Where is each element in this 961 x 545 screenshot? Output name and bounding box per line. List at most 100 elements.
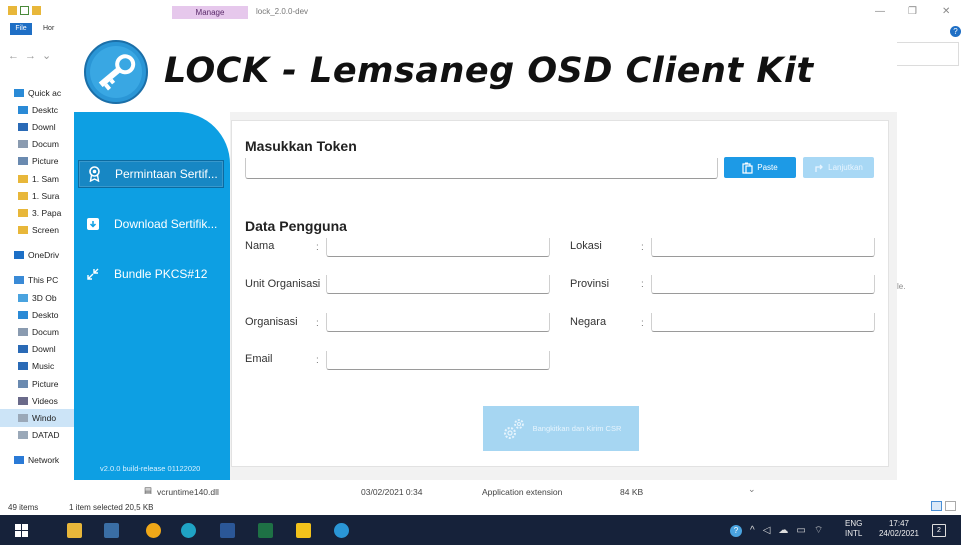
lock-app-icon[interactable] xyxy=(334,523,349,538)
input-language[interactable]: ENG INTL xyxy=(845,519,862,539)
time: 17:47 xyxy=(888,519,910,528)
selection-info: 1 item selected 20,5 KB xyxy=(69,503,154,512)
nav-item[interactable]: Screen xyxy=(0,222,80,239)
paste-button[interactable]: Paste xyxy=(724,157,796,178)
date: 24/02/2021 xyxy=(878,529,920,538)
minimize-icon[interactable]: — xyxy=(875,6,885,17)
colon: : xyxy=(316,242,319,253)
file-size: 84 KB xyxy=(620,487,644,497)
nav-item[interactable]: Picture xyxy=(0,153,80,170)
sidebar-item-bundle-pkcs12[interactable]: Bundle PKCS#12 xyxy=(78,260,224,288)
file-name[interactable]: vcruntime140.dll xyxy=(157,487,219,497)
nav-item[interactable]: Downl xyxy=(0,118,80,135)
volume-icon[interactable]: ◁ xyxy=(763,525,771,536)
file-explorer-icon[interactable] xyxy=(67,523,82,538)
star-icon xyxy=(14,88,24,97)
nav-arrows[interactable]: ←→⌄ xyxy=(8,49,57,62)
redo-arrow-icon xyxy=(815,164,824,172)
provinsi-field[interactable] xyxy=(651,275,875,294)
unit-organisasi-field[interactable] xyxy=(326,275,550,294)
videos-icon xyxy=(18,396,28,405)
nav-item[interactable]: Quick ac xyxy=(0,84,80,101)
nav-item[interactable]: 1. Sam xyxy=(0,170,80,187)
folder-icon xyxy=(18,191,28,200)
nav-item[interactable]: This PC xyxy=(0,272,80,289)
nav-item[interactable]: Picture xyxy=(0,375,80,392)
nav-item[interactable]: Deskto xyxy=(0,306,80,323)
folder-icon xyxy=(18,226,28,235)
organisasi-field[interactable] xyxy=(326,313,550,332)
notifications-icon[interactable]: 2 xyxy=(932,524,946,537)
nav-item[interactable]: DATAD xyxy=(0,427,80,444)
manage-tab[interactable]: Manage xyxy=(172,6,248,19)
nav-item[interactable]: Docum xyxy=(0,136,80,153)
provinsi-label: Provinsi xyxy=(570,278,610,290)
nav-item[interactable]: Desktc xyxy=(0,101,80,118)
wifi-icon[interactable]: ⌔ xyxy=(814,524,823,537)
chevron-up-icon[interactable]: ^ xyxy=(750,525,755,536)
next-button[interactable]: Lanjutkan xyxy=(803,157,874,178)
bundle-arrows-icon xyxy=(86,266,100,282)
nav-item-label: Picture xyxy=(32,156,59,167)
language-code: ENG xyxy=(845,519,863,528)
windows-start-icon[interactable] xyxy=(14,523,29,538)
quick-access-toolbar xyxy=(8,6,41,15)
nav-item-label: Deskto xyxy=(32,309,59,320)
tiles-view-icon[interactable] xyxy=(945,501,956,511)
nav-item[interactable]: Docum xyxy=(0,323,80,340)
nav-item-label: Screen xyxy=(32,225,59,236)
sidebar-item-permintaan-sertifikat[interactable]: Permintaan Sertif... xyxy=(78,160,224,188)
battery-icon[interactable]: ▭ xyxy=(796,525,805,536)
navigation-pane: Quick ac Desktc Downl Docum Picture 1. Sam 1. … xyxy=(0,84,80,469)
sticky-notes-icon[interactable] xyxy=(296,523,311,538)
details-view-icon[interactable] xyxy=(931,501,942,511)
word-icon[interactable] xyxy=(220,523,235,538)
nama-field[interactable] xyxy=(326,238,550,257)
help-icon[interactable]: ? xyxy=(730,524,742,537)
hint-text: le. xyxy=(897,282,906,291)
negara-field[interactable] xyxy=(651,313,875,332)
nav-item[interactable]: Videos xyxy=(0,392,80,409)
folder-icon xyxy=(18,174,28,183)
clock[interactable]: 17:47 24/02/2021 xyxy=(874,519,924,539)
nav-item-label: This PC xyxy=(28,275,59,286)
generate-send-csr-button[interactable]: Bangkitkan dan Kirim CSR xyxy=(483,406,639,451)
notification-count: 2 xyxy=(937,527,941,534)
help-icon[interactable]: ? xyxy=(950,26,961,37)
nav-item[interactable]: 3. Papa xyxy=(0,204,80,221)
email-field[interactable] xyxy=(326,351,550,370)
folder-icon[interactable] xyxy=(32,6,41,15)
lock-logo-icon xyxy=(84,40,148,104)
nav-item[interactable]: OneDriv xyxy=(0,247,80,264)
excel-icon[interactable] xyxy=(258,523,273,538)
search-input[interactable] xyxy=(895,42,959,66)
nav-item[interactable]: Downl xyxy=(0,341,80,358)
maximize-icon[interactable]: ❐ xyxy=(908,6,917,17)
nav-item[interactable]: 1. Sura xyxy=(0,187,80,204)
clipboard-icon xyxy=(742,162,753,174)
checkbox-icon[interactable] xyxy=(20,6,29,15)
edge-icon[interactable] xyxy=(181,523,196,538)
paste-label: Paste xyxy=(757,163,778,172)
nav-item[interactable]: 3D Ob xyxy=(0,289,80,306)
file-icon: ▤ xyxy=(144,485,153,495)
chrome-icon[interactable] xyxy=(146,523,161,538)
nav-item-label: 3D Ob xyxy=(32,292,57,303)
token-input[interactable] xyxy=(245,158,718,179)
chevron-down-icon[interactable]: ⌄ xyxy=(748,484,756,495)
nav-item[interactable]: Network xyxy=(0,452,80,469)
nav-item[interactable]: Music xyxy=(0,358,80,375)
sidebar-item-download-sertifikat[interactable]: Download Sertifik... xyxy=(78,210,224,238)
nav-item[interactable]: Windo xyxy=(0,409,80,427)
home-ribbon-tab[interactable]: Hor xyxy=(43,25,54,32)
documents-folder-icon xyxy=(18,140,28,149)
lokasi-field[interactable] xyxy=(651,238,875,257)
file-date: 03/02/2021 0:34 xyxy=(361,487,423,497)
store-icon[interactable] xyxy=(104,523,119,538)
submit-label: Bangkitkan dan Kirim CSR xyxy=(532,424,622,433)
lokasi-label: Lokasi xyxy=(570,240,602,252)
close-icon[interactable]: ✕ xyxy=(942,6,950,17)
cloud-icon[interactable]: ☁ xyxy=(778,525,788,536)
file-ribbon-tab[interactable]: File xyxy=(10,23,32,35)
folder-icon[interactable] xyxy=(8,6,17,15)
